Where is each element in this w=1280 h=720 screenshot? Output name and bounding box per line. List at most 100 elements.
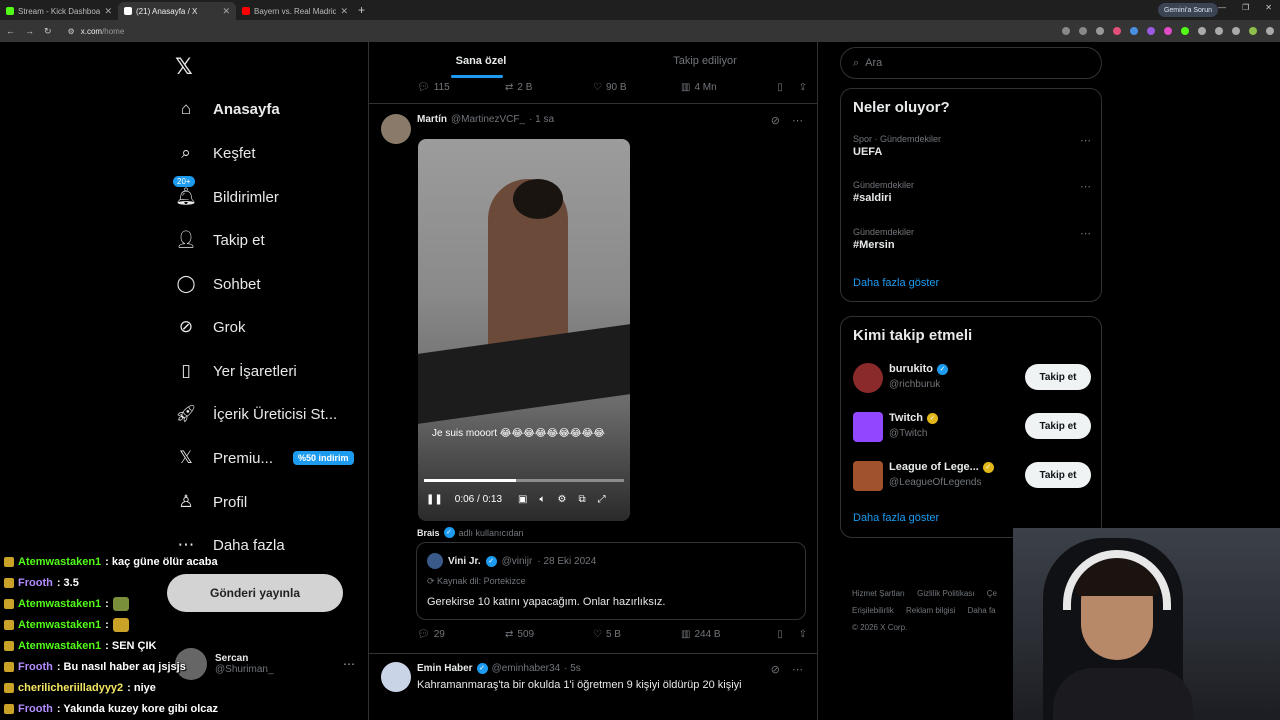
- reply-button[interactable]: 💬︎ 29: [417, 629, 505, 640]
- browser-tab-youtube[interactable]: Bayern vs. Real Madrid: Extende ✕: [236, 2, 354, 20]
- nav-home[interactable]: ⌂ Anasayfa: [175, 94, 280, 124]
- volume-icon[interactable]: 🔈︎: [539, 494, 545, 505]
- window-close-icon[interactable]: ✕: [1265, 3, 1272, 12]
- search-box[interactable]: ⌕: [840, 47, 1102, 79]
- post-time[interactable]: · 5s: [564, 663, 581, 674]
- quoted-tweet[interactable]: Vini Jr. ✓ @vinijr · 28 Eki 2024 ⟳ Kayna…: [416, 542, 806, 620]
- pause-icon[interactable]: ❚❚: [426, 494, 443, 505]
- bookmark-icon[interactable]: ▯: [777, 82, 783, 93]
- footer-link[interactable]: Çe: [987, 589, 997, 598]
- author-name[interactable]: Emin Haber: [417, 663, 473, 674]
- browser-tab-kick[interactable]: Stream - Kick Dashboard ✕: [0, 2, 118, 20]
- grok-icon[interactable]: ⊘: [771, 114, 780, 127]
- trend-title: #saldiri: [853, 192, 892, 204]
- follow-suggestion[interactable]: League of Lege... ✓ @LeagueOfLegends Taki…: [853, 459, 1091, 493]
- trend-item[interactable]: Gündemdekiler #Mersin ⋯: [853, 227, 1091, 251]
- extension-icon[interactable]: [1130, 27, 1138, 35]
- trend-item[interactable]: Gündemdekiler #saldiri ⋯: [853, 180, 1091, 204]
- reply-button[interactable]: 💬︎ 115: [417, 82, 505, 93]
- reload-icon[interactable]: ↻: [44, 26, 52, 37]
- nav-creator-studio[interactable]: 🚀︎ İçerik Üreticisi St...: [175, 399, 337, 429]
- avatar[interactable]: [381, 662, 411, 692]
- bookmark-icon[interactable]: ▯: [777, 629, 783, 640]
- like-button[interactable]: ♡ 5 B: [593, 629, 681, 640]
- more-icon[interactable]: ⋯: [1080, 180, 1091, 193]
- tweet-actions: 💬︎ 29 ⇄ 509 ♡ 5 B ▥ 244 B ▯ ⇪: [417, 629, 807, 640]
- nav-grok[interactable]: ⊘ Grok: [175, 312, 246, 342]
- profile-avatar[interactable]: [1249, 27, 1257, 35]
- minimize-icon[interactable]: —: [1218, 3, 1226, 12]
- post-time[interactable]: · 1 sa: [529, 114, 554, 125]
- show-more-link[interactable]: Daha fazla göster: [853, 277, 939, 289]
- follow-suggestion[interactable]: Twitch ✓ @Twitch Takip et: [853, 410, 1091, 444]
- footer-link[interactable]: Daha fa: [968, 606, 996, 615]
- more-icon[interactable]: ⋯: [1080, 227, 1091, 240]
- site-info-icon[interactable]: ⚙: [68, 27, 75, 36]
- share-icon[interactable]: ⇪: [799, 82, 807, 93]
- nav-notifications[interactable]: 🔔︎ 20+ Bildirimler: [173, 176, 279, 212]
- maximize-icon[interactable]: ❐: [1242, 3, 1249, 12]
- x-logo-icon[interactable]: 𝕏: [175, 54, 193, 80]
- video-progress-bar[interactable]: [424, 479, 624, 482]
- extension-icon[interactable]: [1198, 27, 1206, 35]
- avatar[interactable]: [381, 114, 411, 144]
- quote-by-name[interactable]: Brais: [417, 528, 440, 538]
- tab-for-you[interactable]: Sana özel: [369, 42, 593, 80]
- extension-icon[interactable]: [1181, 27, 1189, 35]
- extension-icon[interactable]: [1113, 27, 1121, 35]
- url-field[interactable]: ⚙ x.com/home: [68, 23, 1052, 39]
- fullscreen-icon[interactable]: ⤢: [598, 494, 606, 505]
- cast-icon[interactable]: [1079, 27, 1087, 35]
- more-icon[interactable]: ⋯: [1080, 134, 1091, 147]
- video-player[interactable]: Je suis mooort 😂😂😂😂😂😂😂😂😂 ❚❚ 0:06 / 0:13 …: [418, 139, 630, 521]
- close-icon[interactable]: ✕: [222, 6, 230, 17]
- author-handle[interactable]: @MartinezVCF_: [451, 114, 525, 125]
- captions-icon[interactable]: ▣: [518, 494, 527, 505]
- show-more-link[interactable]: Daha fazla göster: [853, 512, 939, 524]
- zoom-icon[interactable]: [1062, 27, 1070, 35]
- like-button[interactable]: ♡ 90 B: [593, 82, 681, 93]
- views-button[interactable]: ▥ 4 Mn: [681, 82, 769, 93]
- nav-bookmarks[interactable]: ▯ Yer İşaretleri: [175, 356, 296, 386]
- share-icon[interactable]: ⇪: [799, 629, 807, 640]
- puzzle-icon[interactable]: [1215, 27, 1223, 35]
- browser-tab-x[interactable]: (21) Anasayfa / X ✕: [118, 2, 236, 20]
- nav-explore[interactable]: ⌕ Keşfet: [175, 138, 255, 168]
- nav-follow[interactable]: 👤︎ Takip et: [175, 225, 265, 255]
- follow-button[interactable]: Takip et: [1025, 364, 1091, 390]
- forward-icon[interactable]: →: [25, 26, 34, 36]
- gemini-button[interactable]: Gemini'a Sorun: [1157, 3, 1218, 17]
- star-icon[interactable]: [1096, 27, 1104, 35]
- extension-icon[interactable]: [1164, 27, 1172, 35]
- footer-link[interactable]: Reklam bilgisi: [906, 606, 955, 615]
- close-icon[interactable]: ✕: [340, 6, 348, 17]
- pip-icon[interactable]: ⧉: [578, 494, 585, 505]
- footer-link[interactable]: Hizmet Şartları: [852, 589, 905, 598]
- more-icon[interactable]: ⋯: [792, 663, 803, 676]
- grok-icon[interactable]: ⊘: [771, 663, 780, 676]
- author-handle[interactable]: @eminhaber34: [492, 663, 561, 674]
- nav-chat[interactable]: ◯ Sohbet: [175, 269, 260, 299]
- nav-profile[interactable]: ♙ Profil: [175, 487, 247, 517]
- new-tab-icon[interactable]: +: [358, 3, 365, 17]
- follow-button[interactable]: Takip et: [1025, 413, 1091, 439]
- more-icon[interactable]: ⋯: [792, 114, 803, 127]
- search-input[interactable]: [865, 57, 1086, 69]
- back-icon[interactable]: ←: [6, 26, 15, 36]
- trend-item[interactable]: Spor · Gündemdekiler UEFA ⋯: [853, 134, 1091, 158]
- sidebar-icon[interactable]: [1232, 27, 1240, 35]
- author-name[interactable]: Martín: [417, 114, 447, 125]
- footer-link[interactable]: Gizlilik Politikası: [917, 589, 974, 598]
- nav-premium[interactable]: 𝕏 Premiu... %50 indirim: [175, 443, 354, 473]
- tab-following[interactable]: Takip ediliyor: [593, 42, 817, 80]
- views-button[interactable]: ▥ 244 B: [681, 629, 769, 640]
- footer-link[interactable]: Erişilebilirlik: [852, 606, 894, 615]
- follow-button[interactable]: Takip et: [1025, 462, 1091, 488]
- menu-icon[interactable]: [1266, 27, 1274, 35]
- settings-icon[interactable]: ⚙: [557, 494, 566, 505]
- close-icon[interactable]: ✕: [104, 6, 112, 17]
- extension-icon[interactable]: [1147, 27, 1155, 35]
- follow-suggestion[interactable]: burukito ✓ @richburuk Takip et: [853, 361, 1091, 395]
- repost-button[interactable]: ⇄ 2 B: [505, 82, 593, 93]
- repost-button[interactable]: ⇄ 509: [505, 629, 593, 640]
